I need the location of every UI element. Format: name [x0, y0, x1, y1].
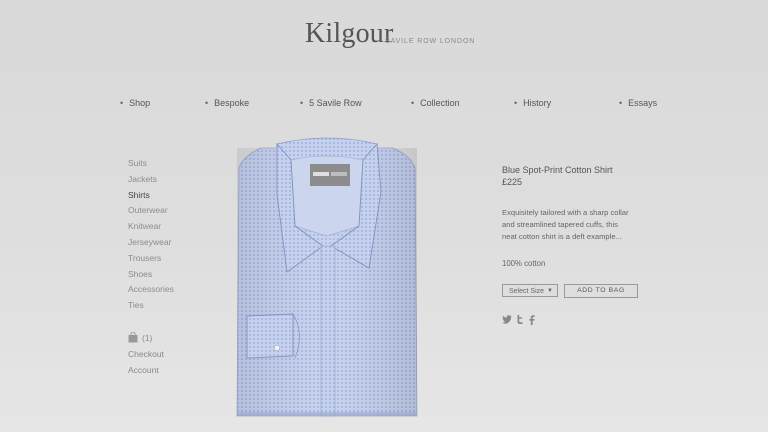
description-line: neat cotton shirt is a deft example...	[502, 232, 622, 241]
category-jerseywear[interactable]: Jerseywear	[128, 235, 174, 251]
product-info: Blue Spot-Print Cotton Shirt £225	[502, 164, 652, 188]
brand-logo[interactable]: Kilgour	[305, 18, 394, 50]
add-to-bag-button[interactable]: ADD TO BAG	[564, 284, 638, 298]
main-nav: • Shop • Bespoke • 5 Savile Row • Collection…	[0, 98, 768, 112]
category-jackets[interactable]: Jackets	[128, 172, 174, 188]
nav-item-shop[interactable]: • Shop	[120, 98, 150, 108]
category-shirts[interactable]: Shirts	[128, 188, 174, 204]
chevron-down-icon: ▼	[547, 288, 553, 294]
category-outerwear[interactable]: Outerwear	[128, 203, 174, 219]
bag-count: (1)	[142, 333, 153, 343]
checkout-link[interactable]: Checkout	[128, 349, 164, 359]
category-trousers[interactable]: Trousers	[128, 251, 174, 267]
brand-tagline: SAVILE ROW LONDON	[385, 38, 476, 45]
account-link[interactable]: Account	[128, 365, 159, 375]
product-image	[236, 137, 418, 417]
bullet-icon: •	[120, 98, 124, 108]
category-shoes[interactable]: Shoes	[128, 267, 174, 283]
description-line: Exquisitely tailored with a sharp collar	[502, 208, 629, 217]
bullet-icon: •	[411, 98, 415, 108]
description-line: and streamlined tapered cuffs, this	[502, 220, 618, 229]
size-select-label: Select Size	[509, 288, 545, 295]
nav-item-bespoke[interactable]: • Bespoke	[205, 98, 249, 108]
product-description: Exquisitely tailored with a sharp collar…	[502, 207, 652, 243]
shopping-bag-icon	[128, 332, 138, 343]
bullet-icon: •	[514, 98, 518, 108]
nav-item-collection[interactable]: • Collection	[411, 98, 460, 108]
product-material: 100% cotton	[502, 259, 546, 268]
twitter-icon[interactable]	[516, 315, 524, 324]
size-select[interactable]: Select Size ▼	[502, 284, 558, 297]
bullet-icon: •	[300, 98, 304, 108]
category-ties[interactable]: Ties	[128, 298, 174, 314]
category-knitwear[interactable]: Knitwear	[128, 219, 174, 235]
category-accessories[interactable]: Accessories	[128, 282, 174, 298]
bullet-icon: •	[205, 98, 209, 108]
bullet-icon: •	[619, 98, 623, 108]
brand-header: Kilgour SAVILE ROW LONDON	[0, 18, 768, 58]
category-suits[interactable]: Suits	[128, 156, 174, 172]
nav-item-5-savile-row[interactable]: • 5 Savile Row	[300, 98, 362, 108]
twitter-icon[interactable]	[502, 315, 512, 324]
category-list: Suits Jackets Shirts Outerwear Knitwear …	[128, 156, 174, 314]
product-title: Blue Spot-Print Cotton Shirt	[502, 165, 613, 175]
nav-item-essays[interactable]: • Essays	[619, 98, 657, 108]
nav-item-history[interactable]: • History	[514, 98, 551, 108]
facebook-icon[interactable]	[529, 315, 535, 325]
product-price: £225	[502, 177, 523, 187]
